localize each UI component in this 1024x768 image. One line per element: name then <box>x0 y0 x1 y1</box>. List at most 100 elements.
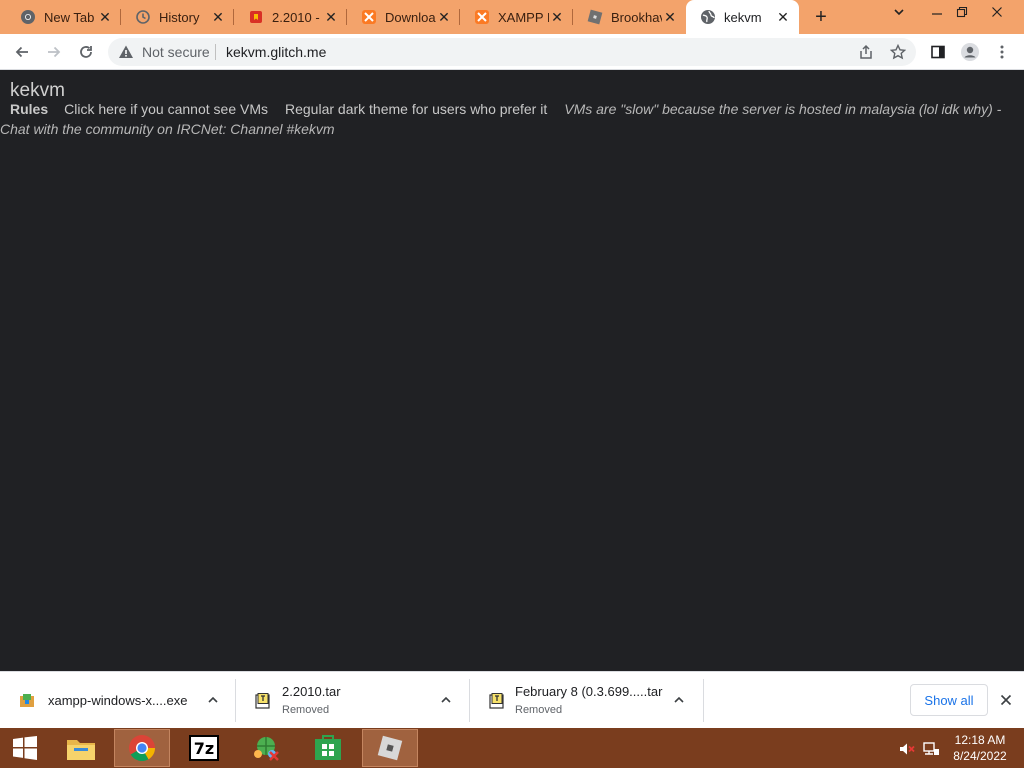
page-content: kekvm Rules Click here if you cannot see … <box>0 71 1024 671</box>
download-status: Removed <box>282 704 330 716</box>
taskbar-file-explorer[interactable] <box>53 729 109 767</box>
start-icon <box>13 736 37 760</box>
network-icon[interactable] <box>922 740 940 758</box>
kebab-menu-icon <box>1000 45 1004 59</box>
forward-button[interactable] <box>42 40 66 64</box>
download-status: Removed <box>515 704 563 716</box>
back-button[interactable] <box>10 40 34 64</box>
start-button[interactable] <box>0 729 50 767</box>
download-item[interactable]: 2.2010.tar Removed <box>236 672 470 729</box>
divider <box>215 44 216 60</box>
tab-download[interactable]: Downloa ✕ <box>347 0 460 34</box>
taskbar: 7z 12:18 AM 8/24/2022 <box>0 728 1024 768</box>
address-bar[interactable]: Not secure kekvm.glitch.me <box>108 38 916 66</box>
close-icon <box>992 7 1002 17</box>
profile-button[interactable] <box>958 40 982 64</box>
file-explorer-icon <box>67 740 95 760</box>
globe-icon <box>700 9 716 25</box>
close-window-button[interactable] <box>980 0 1014 24</box>
tab-label: Brookhav <box>611 9 662 25</box>
taskbar-chrome[interactable] <box>114 729 170 767</box>
taskbar-store[interactable] <box>300 729 356 767</box>
tab-strip: New Tab ✕ History ✕ 2.2010 - ✕ Downloa ✕… <box>0 0 1024 34</box>
xampp-icon <box>474 9 490 25</box>
menu-button[interactable] <box>990 40 1014 64</box>
new-tab-button[interactable]: + <box>808 5 834 29</box>
page-nav: Rules Click here if you cannot see VMs Reg… <box>0 99 1010 139</box>
roblox-icon <box>377 735 403 761</box>
side-panel-icon <box>931 45 945 59</box>
chevron-up-icon[interactable] <box>671 692 687 708</box>
chevron-up-icon[interactable] <box>205 692 221 708</box>
security-label[interactable]: Not secure <box>142 44 210 60</box>
7zip-label: 7z <box>193 738 215 758</box>
red-bookmark-icon <box>248 9 264 25</box>
chrome-icon <box>129 735 156 762</box>
divider <box>703 679 704 722</box>
tab-new-tab[interactable]: New Tab ✕ <box>0 0 121 34</box>
side-panel-button[interactable] <box>926 40 950 64</box>
close-icon[interactable]: ✕ <box>436 9 452 25</box>
back-arrow-icon <box>15 46 28 58</box>
system-clock[interactable]: 12:18 AM 8/24/2022 <box>944 732 1016 764</box>
close-icon[interactable]: ✕ <box>549 9 565 25</box>
share-icon[interactable] <box>856 42 876 62</box>
rules-link[interactable]: Rules <box>10 101 48 117</box>
dark-theme-link[interactable]: Regular dark theme for users who prefer … <box>285 101 547 117</box>
tar-file-icon <box>254 692 272 710</box>
chevron-down-icon <box>894 9 904 16</box>
taskbar-network-app[interactable] <box>238 729 294 767</box>
tab-label: XAMPP I <box>498 9 549 25</box>
close-icon[interactable]: ✕ <box>662 9 678 25</box>
tab-kekvm[interactable]: kekvm ✕ <box>686 0 799 34</box>
tar-file-icon <box>488 692 506 710</box>
tab-search-button[interactable] <box>882 0 916 24</box>
browser-toolbar: Not secure kekvm.glitch.me <box>0 34 1024 70</box>
speaker-muted-icon[interactable] <box>898 740 916 758</box>
clock-date: 8/24/2022 <box>953 749 1007 763</box>
roblox-icon <box>587 9 603 25</box>
url-text[interactable]: kekvm.glitch.me <box>226 44 326 60</box>
close-icon[interactable]: ✕ <box>210 9 226 25</box>
download-filename: 2.2010.tar <box>282 684 341 699</box>
history-icon <box>135 9 151 25</box>
bookmark-star-icon[interactable] <box>888 42 908 62</box>
tab-label: kekvm <box>724 9 762 25</box>
download-filename: xampp-windows-x....exe <box>48 693 188 708</box>
taskbar-7zip[interactable]: 7z <box>176 729 232 767</box>
tab-xampp[interactable]: XAMPP I ✕ <box>460 0 573 34</box>
avatar-icon <box>961 43 979 61</box>
xampp-icon <box>361 9 377 25</box>
close-icon[interactable]: ✕ <box>323 9 339 25</box>
chrome-icon <box>20 9 36 25</box>
tab-2-2010[interactable]: 2.2010 - ✕ <box>234 0 347 34</box>
tab-label: 2.2010 - <box>272 9 320 25</box>
download-item[interactable]: February 8 (0.3.699.....tar Removed <box>470 672 704 729</box>
tab-label: History <box>159 9 200 25</box>
restore-button[interactable] <box>945 0 979 24</box>
reload-icon <box>80 46 92 58</box>
clock-time: 12:18 AM <box>954 733 1006 747</box>
reload-button[interactable] <box>74 40 98 64</box>
download-item[interactable]: xampp-windows-x....exe <box>0 672 236 729</box>
chevron-up-icon[interactable] <box>438 692 454 708</box>
taskbar-roblox[interactable] <box>362 729 418 767</box>
forward-arrow-icon <box>48 46 61 58</box>
download-filename: February 8 (0.3.699.....tar <box>515 684 663 699</box>
tab-history[interactable]: History ✕ <box>121 0 234 34</box>
network-app-icon <box>254 737 279 761</box>
tab-label: Downloa <box>385 9 436 25</box>
minimize-icon <box>932 13 942 15</box>
installer-file-icon <box>18 692 36 710</box>
cannot-see-vms-link[interactable]: Click here if you cannot see VMs <box>64 101 268 117</box>
7zip-icon: 7z <box>189 735 219 761</box>
show-all-button[interactable]: Show all <box>910 684 988 716</box>
download-shelf: xampp-windows-x....exe 2.2010.tar Remove… <box>0 671 1024 728</box>
warning-icon[interactable] <box>118 44 134 65</box>
store-icon <box>315 735 341 760</box>
close-icon[interactable]: ✕ <box>775 9 791 25</box>
close-icon[interactable]: ✕ <box>97 9 113 25</box>
tab-brookhaven[interactable]: Brookhav ✕ <box>573 0 686 34</box>
close-icon[interactable] <box>996 690 1016 710</box>
tab-label: New Tab <box>44 9 95 25</box>
